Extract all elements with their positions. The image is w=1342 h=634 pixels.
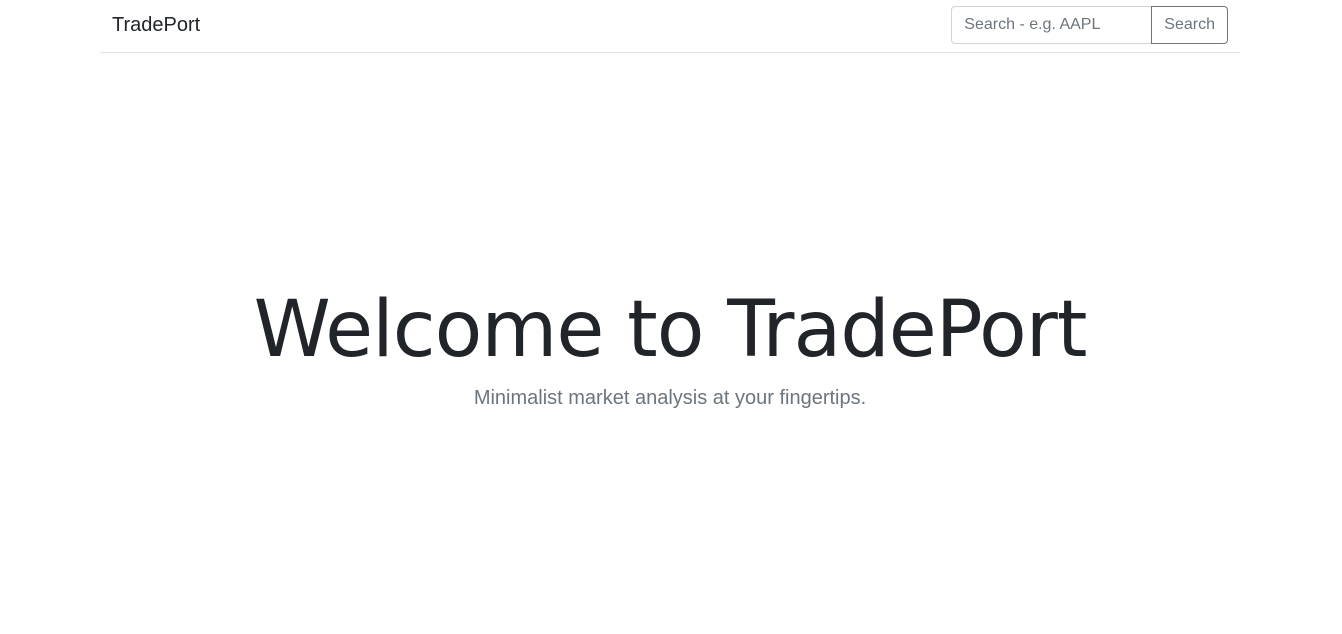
search-form: Search [951,6,1228,44]
navbar: TradePort Search [100,0,1240,53]
hero-subtitle: Minimalist market analysis at your finge… [473,387,867,409]
brand-link[interactable]: TradePort [112,13,200,37]
page-container: TradePort Search Welcome to TradePort Mi… [100,0,1240,634]
hero-section: Welcome to TradePort Minimalist market a… [100,280,1240,410]
search-input[interactable] [951,6,1152,44]
search-button[interactable]: Search [1151,6,1228,44]
hero-title: Welcome to TradePort [253,285,1088,375]
